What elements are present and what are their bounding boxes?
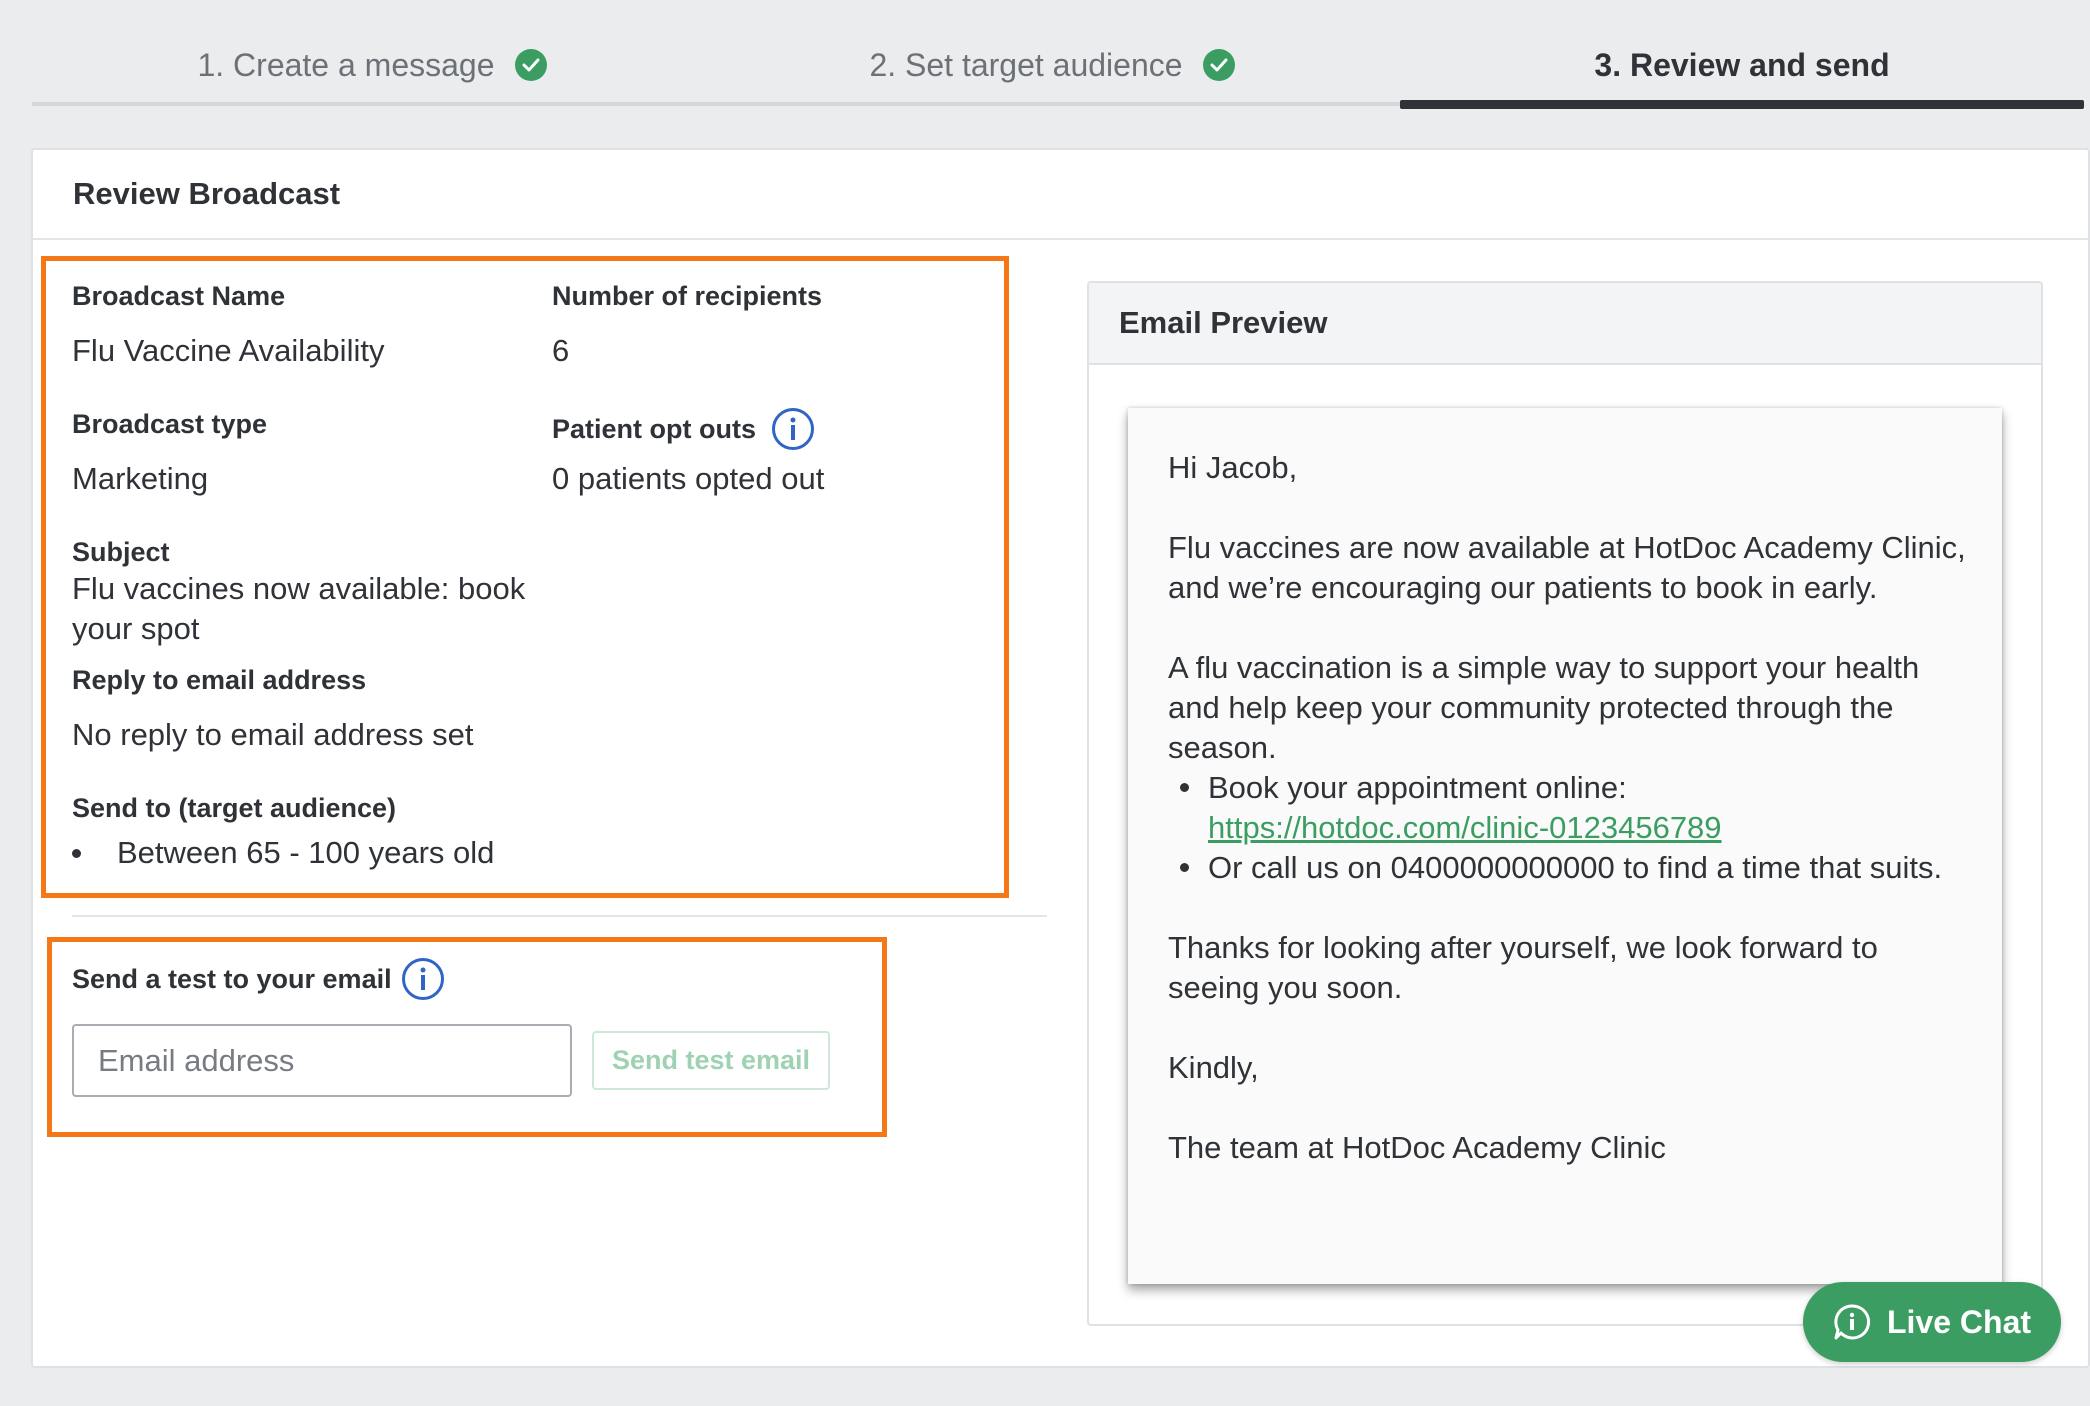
list-item: Book your appointment online: https://ho… — [1168, 768, 1968, 848]
step-label: 3. Review and send — [1594, 46, 1890, 83]
broadcast-name-label: Broadcast Name — [72, 281, 286, 311]
send-to-label: Send to (target audience) — [72, 793, 397, 823]
audience-item: Between 65 - 100 years old — [117, 835, 495, 870]
list-item: Or call us on 0400000000000 to find a ti… — [1168, 848, 1968, 888]
list-item: Between 65 - 100 years old — [72, 835, 494, 871]
send-test-label: Send a test to your email — [72, 963, 392, 994]
bullet-text: Or call us on 0400000000000 to find a ti… — [1208, 850, 1943, 885]
subject-value: Flu vaccines now available: book your sp… — [72, 571, 526, 646]
live-chat-button[interactable]: Live Chat — [1803, 1282, 2061, 1362]
card-title: Review Broadcast — [33, 150, 2088, 240]
email-greeting: Hi Jacob, — [1168, 450, 1298, 485]
email-preview-title: Email Preview — [1089, 283, 2041, 365]
step-set-target-audience[interactable]: 2. Set target audience — [712, 40, 1392, 90]
email-preview-body: Hi Jacob, Flu vaccines are now available… — [1128, 408, 2002, 1284]
check-circle-icon — [514, 49, 547, 81]
recipients-label: Number of recipients — [552, 281, 823, 311]
email-bullet-list: Book your appointment online: https://ho… — [1168, 768, 1968, 888]
email-address-input[interactable] — [72, 1024, 572, 1097]
subject-label: Subject — [72, 537, 170, 567]
broadcast-type-value: Marketing — [72, 461, 209, 496]
step-indicator: 1. Create a message 2. Set target audien… — [32, 0, 2084, 108]
step-create-message[interactable]: 1. Create a message — [32, 40, 712, 90]
email-signoff: Kindly, — [1168, 1050, 1259, 1085]
bullet-text: Book your appointment online: — [1208, 770, 1627, 805]
step-label: 1. Create a message — [197, 46, 495, 83]
email-paragraph: A flu vaccination is a simple way to sup… — [1168, 650, 1920, 765]
opt-outs-label-row: Patient opt outs — [552, 408, 814, 450]
email-paragraph: Flu vaccines are now available at HotDoc… — [1168, 530, 1966, 605]
check-circle-icon — [1202, 49, 1235, 81]
send-test-label-row: Send a test to your email — [72, 958, 444, 1000]
recipients-value: 6 — [552, 333, 570, 368]
active-step-indicator — [1400, 100, 2084, 109]
chat-bubble-icon — [1833, 1303, 1871, 1341]
reply-to-label: Reply to email address — [72, 665, 367, 695]
opt-outs-value: 0 patients opted out — [552, 461, 825, 496]
broadcast-type-label: Broadcast type — [72, 409, 268, 439]
booking-link[interactable]: https://hotdoc.com/clinic-0123456789 — [1208, 810, 1722, 845]
email-paragraph: Thanks for looking after yourself, we lo… — [1168, 930, 1878, 1005]
live-chat-label: Live Chat — [1886, 1303, 2032, 1340]
divider — [72, 915, 1047, 917]
bullet-icon — [72, 848, 81, 858]
info-icon[interactable] — [772, 408, 814, 450]
send-test-email-button[interactable]: Send test email — [592, 1031, 830, 1090]
broadcast-name-value: Flu Vaccine Availability — [72, 333, 385, 368]
reply-to-value: No reply to email address set — [72, 717, 474, 752]
email-signature: The team at HotDoc Academy Clinic — [1168, 1130, 1666, 1165]
opt-outs-label: Patient opt outs — [552, 413, 756, 444]
step-review-and-send[interactable]: 3. Review and send — [1400, 40, 2084, 90]
step-label: 2. Set target audience — [869, 46, 1183, 83]
info-icon[interactable] — [401, 958, 444, 1000]
